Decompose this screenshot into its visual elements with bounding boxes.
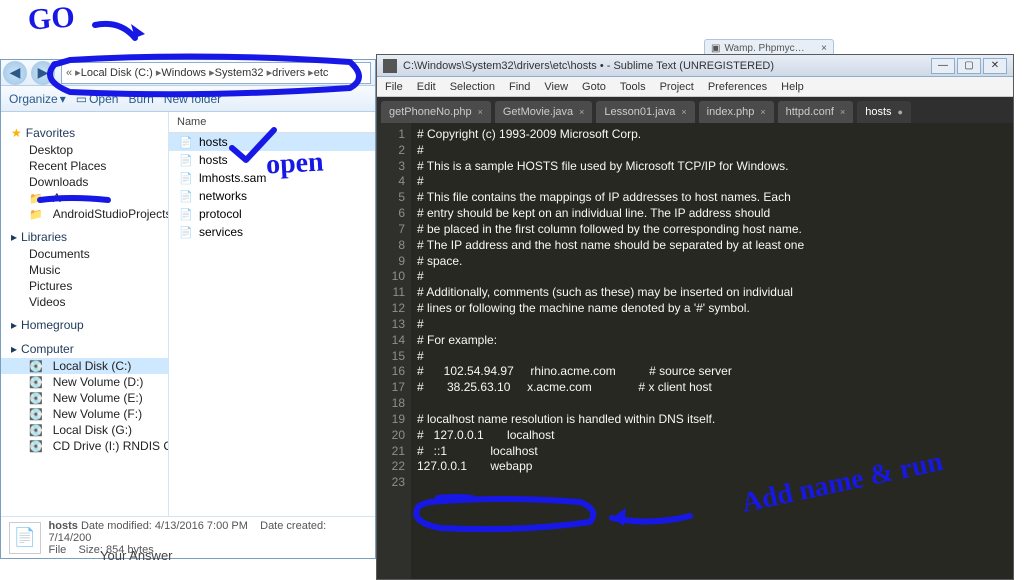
explorer-toolbar: Organize ▾ ▭Open Burn New folder: [1, 86, 375, 112]
menu-goto[interactable]: Goto: [582, 81, 606, 93]
sidebar-item[interactable]: New Volume (D:): [1, 374, 168, 390]
file-icon: [179, 171, 193, 185]
homegroup-group[interactable]: ▸ Homegroup: [1, 316, 168, 334]
breadcrumb[interactable]: « Local Disk (C:) Windows System32 drive…: [61, 62, 371, 84]
your-answer-label: Your Answer: [100, 548, 173, 563]
explorer-sidebar: ★Favorites Desktop Recent Places Downloa…: [1, 112, 169, 516]
forward-button[interactable]: ▶: [31, 61, 55, 85]
file-row[interactable]: hosts: [169, 151, 375, 169]
tab-close-icon[interactable]: ×: [760, 107, 765, 117]
status-type: File: [49, 544, 67, 556]
line-gutter: 1234567891011121314151617181920212223: [377, 123, 411, 579]
libraries-group[interactable]: ▸ Libraries: [1, 228, 168, 246]
burn-button[interactable]: Burn: [128, 92, 153, 106]
editor-area[interactable]: 1234567891011121314151617181920212223 # …: [377, 123, 1013, 579]
tab-close-icon[interactable]: ×: [478, 107, 483, 117]
menu-preferences[interactable]: Preferences: [708, 81, 767, 93]
minimize-button[interactable]: —: [931, 58, 955, 74]
file-row[interactable]: networks: [169, 187, 375, 205]
menu-file[interactable]: File: [385, 81, 403, 93]
sidebar-item[interactable]: AndroidStudioProjects: [1, 206, 168, 222]
tab-close-icon[interactable]: ×: [579, 107, 584, 117]
sidebar-item[interactable]: CD Drive (I:) RNDIS CD: [1, 438, 168, 454]
sidebar-item[interactable]: New Volume (E:): [1, 390, 168, 406]
star-icon: ★: [11, 126, 22, 140]
sidebar-item[interactable]: Documents: [1, 246, 168, 262]
sublime-app-icon: [383, 59, 397, 73]
sidebar-item-redacted[interactable]: A: [1, 190, 168, 206]
file-row-hosts[interactable]: hosts: [169, 133, 375, 151]
file-row[interactable]: services: [169, 223, 375, 241]
computer-group[interactable]: ▸ Computer: [1, 340, 168, 358]
editor-tab[interactable]: GetMovie.java×: [495, 101, 593, 123]
file-list: Name hosts hosts lmhosts.sam networks pr…: [169, 112, 375, 516]
sidebar-item[interactable]: Downloads: [1, 174, 168, 190]
favorites-group[interactable]: ★Favorites: [1, 124, 168, 142]
explorer-statusbar: 📄 hosts Date modified: 4/13/2016 7:00 PM…: [1, 516, 375, 558]
menu-edit[interactable]: Edit: [417, 81, 436, 93]
window-title: C:\Windows\System32\drivers\etc\hosts • …: [403, 60, 774, 72]
tab-favicon: ▣: [711, 43, 720, 54]
crumb[interactable]: etc: [314, 67, 329, 79]
status-filename: hosts: [49, 520, 78, 532]
editor-tab[interactable]: httpd.conf×: [778, 101, 854, 123]
tab-close-icon[interactable]: ×: [681, 107, 686, 117]
sublime-titlebar[interactable]: C:\Windows\System32\drivers\etc\hosts • …: [377, 55, 1013, 77]
column-header-name[interactable]: Name: [169, 112, 375, 133]
crumb[interactable]: drivers: [272, 66, 314, 79]
sidebar-item[interactable]: Videos: [1, 294, 168, 310]
close-button[interactable]: ✕: [983, 58, 1007, 74]
sidebar-item[interactable]: Local Disk (G:): [1, 422, 168, 438]
crumb[interactable]: Local Disk (C:): [81, 66, 162, 79]
tab-dirty-icon[interactable]: ●: [898, 107, 903, 117]
open-button[interactable]: ▭Open: [76, 92, 119, 106]
menu-project[interactable]: Project: [660, 81, 694, 93]
status-datemod: Date modified: 4/13/2016 7:00 PM: [81, 520, 248, 532]
menu-find[interactable]: Find: [509, 81, 530, 93]
file-icon: [179, 207, 193, 221]
menu-help[interactable]: Help: [781, 81, 804, 93]
crumb[interactable]: System32: [215, 66, 273, 79]
menu-tools[interactable]: Tools: [620, 81, 646, 93]
back-button[interactable]: ◀: [3, 61, 27, 85]
tab-label: Wamp. Phpmyc…: [724, 43, 804, 54]
tab-close-icon[interactable]: ×: [840, 107, 845, 117]
annot-go: GO: [27, 0, 76, 37]
sidebar-item-localdisk-c[interactable]: Local Disk (C:): [1, 358, 168, 374]
sidebar-item[interactable]: Pictures: [1, 278, 168, 294]
crumb[interactable]: Windows: [161, 66, 214, 79]
sidebar-item[interactable]: New Volume (F:): [1, 406, 168, 422]
file-preview-icon: 📄: [9, 522, 41, 554]
tab-close: ×: [821, 43, 827, 54]
code-content[interactable]: # Copyright (c) 1993-2009 Microsoft Corp…: [411, 123, 1013, 579]
file-icon: [179, 135, 193, 149]
sidebar-item[interactable]: Recent Places: [1, 158, 168, 174]
sidebar-item[interactable]: Desktop: [1, 142, 168, 158]
menu-view[interactable]: View: [544, 81, 568, 93]
maximize-button[interactable]: ▢: [957, 58, 981, 74]
menu-selection[interactable]: Selection: [450, 81, 495, 93]
file-icon: [179, 153, 193, 167]
editor-tab[interactable]: getPhoneNo.php×: [381, 101, 491, 123]
editor-tab-active[interactable]: hosts●: [857, 101, 911, 123]
editor-tab[interactable]: Lesson01.java×: [596, 101, 694, 123]
sublime-window: C:\Windows\System32\drivers\etc\hosts • …: [376, 54, 1014, 580]
sublime-tabbar: getPhoneNo.php× GetMovie.java× Lesson01.…: [377, 97, 1013, 123]
explorer-navbar: ◀ ▶ « Local Disk (C:) Windows System32 d…: [1, 60, 375, 86]
newfolder-button[interactable]: New folder: [164, 92, 221, 106]
sublime-menubar: File Edit Selection Find View Goto Tools…: [377, 77, 1013, 97]
file-icon: [179, 225, 193, 239]
file-icon: [179, 189, 193, 203]
sidebar-item[interactable]: Music: [1, 262, 168, 278]
file-row[interactable]: protocol: [169, 205, 375, 223]
organize-button[interactable]: Organize ▾: [9, 92, 66, 106]
file-row[interactable]: lmhosts.sam: [169, 169, 375, 187]
explorer-window: ◀ ▶ « Local Disk (C:) Windows System32 d…: [0, 59, 376, 559]
editor-tab[interactable]: index.php×: [699, 101, 774, 123]
